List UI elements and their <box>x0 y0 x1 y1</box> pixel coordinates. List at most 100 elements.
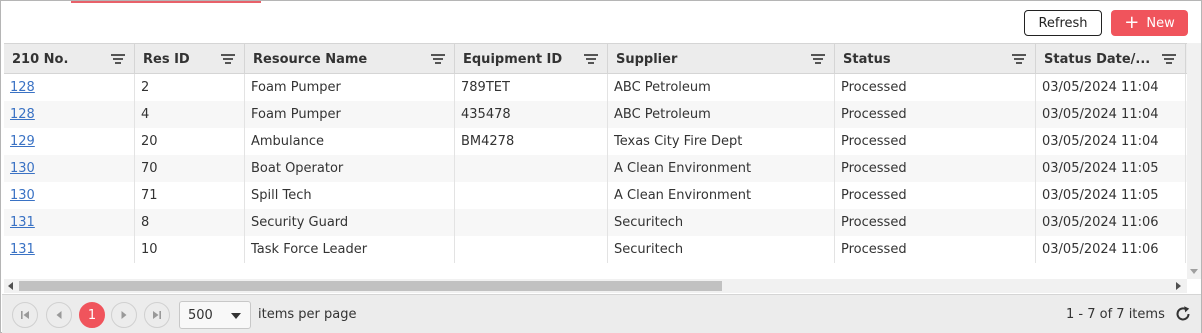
cell-resource-name: Boat Operator <box>245 155 455 182</box>
filter-icon[interactable] <box>111 54 125 65</box>
record-link[interactable]: 131 <box>10 215 35 230</box>
cell-status: Processed <box>835 209 1036 236</box>
table-row[interactable]: 128 2 Foam Pumper 789TET ABC Petroleum Proces… <box>4 74 1187 101</box>
page-size-select[interactable]: 500 <box>179 301 251 329</box>
cell-status-date: 03/05/2024 11:06 <box>1036 236 1186 263</box>
plus-icon: + <box>1124 12 1140 33</box>
cell-status-date: 03/05/2024 11:06 <box>1036 209 1186 236</box>
cell-no: 128 <box>4 74 135 101</box>
cell-resource-name: Spill Tech <box>245 182 455 209</box>
cell-supplier: ABC Petroleum <box>608 74 835 101</box>
first-page-icon <box>21 311 29 319</box>
filter-icon[interactable] <box>431 54 445 65</box>
items-count-info: 1 - 7 of 7 items <box>1066 307 1165 322</box>
cell-resource-name: Foam Pumper <box>245 101 455 128</box>
next-page-icon <box>121 311 127 319</box>
cell-resource-name: Ambulance <box>245 128 455 155</box>
filter-icon[interactable] <box>811 54 825 65</box>
cell-status: Processed <box>835 128 1036 155</box>
cell-res-id: 20 <box>135 128 245 155</box>
cell-supplier: A Clean Environment <box>608 182 835 209</box>
table-row[interactable]: 129 20 Ambulance BM4278 Texas City Fire Dept… <box>4 128 1187 155</box>
cell-no: 130 <box>4 182 135 209</box>
chevron-down-icon <box>231 313 241 319</box>
filter-icon[interactable] <box>584 54 598 65</box>
table-row[interactable]: 128 4 Foam Pumper 435478 ABC Petroleum Proces… <box>4 101 1187 128</box>
column-header-status[interactable]: Status <box>835 44 1036 74</box>
cell-res-id: 10 <box>135 236 245 263</box>
cell-no: 131 <box>4 209 135 236</box>
column-header-supplier[interactable]: Supplier <box>608 44 835 74</box>
page-button-1[interactable]: 1 <box>79 302 105 328</box>
scroll-right-arrow-icon[interactable] <box>1176 282 1181 290</box>
record-link[interactable]: 131 <box>10 242 35 257</box>
filter-icon[interactable] <box>1162 54 1176 65</box>
next-page-button[interactable] <box>111 302 137 328</box>
cell-status-date: 03/05/2024 11:04 <box>1036 101 1186 128</box>
cell-no: 128 <box>4 101 135 128</box>
cell-status-date: 03/05/2024 11:05 <box>1036 182 1186 209</box>
first-page-button[interactable] <box>12 302 38 328</box>
cell-supplier: Securitech <box>608 209 835 236</box>
new-button[interactable]: + New <box>1111 10 1188 36</box>
record-link[interactable]: 130 <box>10 188 35 203</box>
column-header-label: Supplier <box>616 51 678 67</box>
cell-equipment-id <box>455 182 608 209</box>
cell-equipment-id: BM4278 <box>455 128 608 155</box>
record-link[interactable]: 128 <box>10 107 35 122</box>
vertical-scrollbar[interactable] <box>1187 43 1201 279</box>
column-header-no[interactable]: 210 No. <box>4 44 135 74</box>
cell-status: Processed <box>835 155 1036 182</box>
current-page-number: 1 <box>87 307 97 323</box>
cell-res-id: 70 <box>135 155 245 182</box>
cell-no: 129 <box>4 128 135 155</box>
cell-supplier: Securitech <box>608 236 835 263</box>
column-header-res-id[interactable]: Res ID <box>135 44 245 74</box>
cell-equipment-id: 435478 <box>455 101 608 128</box>
cell-equipment-id: 789TET <box>455 74 608 101</box>
filter-icon[interactable] <box>1012 54 1026 65</box>
cell-res-id: 4 <box>135 101 245 128</box>
cell-resource-name: Security Guard <box>245 209 455 236</box>
cell-status: Processed <box>835 236 1036 263</box>
column-header-label: Res ID <box>143 51 190 67</box>
cell-status-date: 03/05/2024 11:05 <box>1036 155 1186 182</box>
refresh-button-label: Refresh <box>1038 15 1088 31</box>
cell-equipment-id <box>455 155 608 182</box>
refresh-button[interactable]: Refresh <box>1024 10 1102 36</box>
table-row[interactable]: 131 8 Security Guard Securitech Processed 03/… <box>4 209 1187 236</box>
column-header-label: Status <box>843 51 891 67</box>
cell-resource-name: Task Force Leader <box>245 236 455 263</box>
cell-no: 130 <box>4 155 135 182</box>
previous-page-button[interactable] <box>46 302 72 328</box>
column-header-resource-name[interactable]: Resource Name <box>245 44 455 74</box>
column-header-status-date[interactable]: Status Date/... <box>1036 44 1186 74</box>
table-row[interactable]: 130 70 Boat Operator A Clean Environment Pro… <box>4 155 1187 182</box>
cell-supplier: ABC Petroleum <box>608 101 835 128</box>
page-size-value: 500 <box>188 307 213 323</box>
horizontal-scroll-thumb[interactable] <box>19 281 722 291</box>
filter-icon[interactable] <box>221 54 235 65</box>
table-row[interactable]: 131 10 Task Force Leader Securitech Processe… <box>4 236 1187 263</box>
cell-status-date: 03/05/2024 11:04 <box>1036 74 1186 101</box>
scroll-left-arrow-icon[interactable] <box>8 282 13 290</box>
grid-panel: Refresh + New 210 No. Res ID Resource Name… <box>0 0 1202 333</box>
scroll-down-arrow-icon[interactable] <box>1190 269 1198 274</box>
new-button-label: New <box>1146 15 1175 31</box>
column-header-label: 210 No. <box>12 51 69 67</box>
cell-equipment-id <box>455 236 608 263</box>
column-header-equipment-id[interactable]: Equipment ID <box>455 44 608 74</box>
cell-supplier: Texas City Fire Dept <box>608 128 835 155</box>
record-link[interactable]: 130 <box>10 161 35 176</box>
table-row[interactable]: 130 71 Spill Tech A Clean Environment Proces… <box>4 182 1187 209</box>
cell-status: Processed <box>835 74 1036 101</box>
toolbar: Refresh + New <box>1 1 1201 43</box>
record-link[interactable]: 129 <box>10 134 35 149</box>
horizontal-scrollbar[interactable] <box>4 279 1187 293</box>
last-page-button[interactable] <box>144 302 170 328</box>
previous-page-icon <box>56 311 62 319</box>
cell-res-id: 2 <box>135 74 245 101</box>
cell-supplier: A Clean Environment <box>608 155 835 182</box>
refresh-icon[interactable] <box>1174 305 1192 323</box>
record-link[interactable]: 128 <box>10 80 35 95</box>
